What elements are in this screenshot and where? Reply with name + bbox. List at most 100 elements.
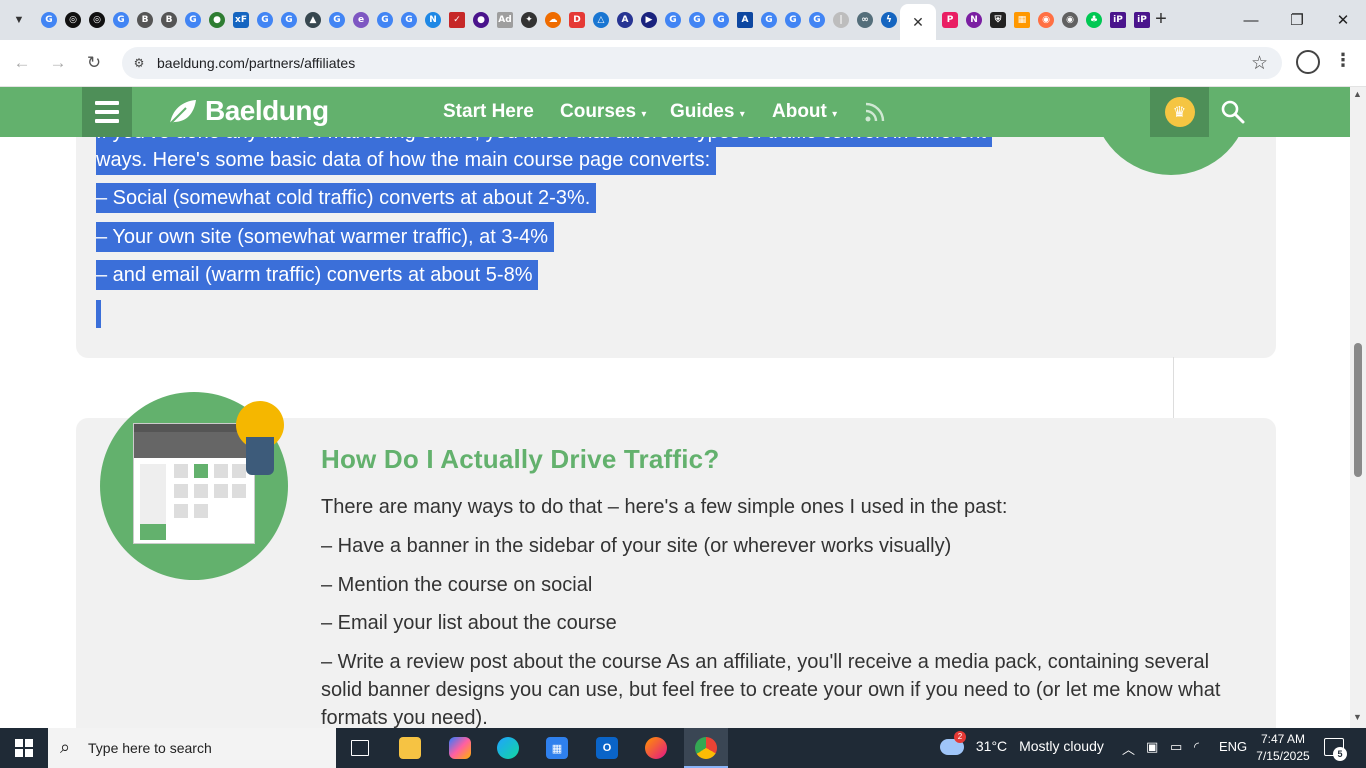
folder-icon (399, 737, 421, 759)
tab[interactable]: ϟ (877, 10, 901, 30)
tab[interactable]: ▲ (301, 10, 325, 30)
browser-menu-icon[interactable]: ⋮ (1334, 50, 1352, 71)
task-view-button[interactable] (340, 732, 380, 764)
start-button[interactable] (0, 728, 48, 768)
tab[interactable]: ☁ (541, 10, 565, 30)
tab[interactable]: G (181, 10, 205, 30)
wifi-icon[interactable]: ◜ (1194, 739, 1199, 755)
scroll-up-icon[interactable]: ▲ (1353, 89, 1362, 99)
close-tab-icon[interactable]: ✕ (912, 14, 924, 31)
tray-chevron-icon[interactable]: ︿ (1122, 739, 1135, 758)
tab[interactable]: xF (229, 10, 253, 30)
active-tab[interactable]: ✕ (900, 4, 936, 40)
tab[interactable]: G (373, 10, 397, 30)
tab[interactable]: B (133, 10, 157, 30)
tab[interactable]: ● (205, 10, 229, 30)
google-favicon-icon: G (809, 12, 825, 28)
selection-end-marker (96, 300, 101, 328)
leaf-logo-icon[interactable] (166, 96, 198, 128)
tab[interactable]: G (325, 10, 349, 30)
reload-button[interactable]: ↻ (81, 50, 107, 76)
nav-guides[interactable]: Guides ▾ (670, 101, 745, 123)
address-bar[interactable]: ⚙ baeldung.com/partners/affiliates ☆ (122, 47, 1282, 79)
language-indicator[interactable]: ENG (1219, 739, 1247, 754)
caret-down-icon: ▾ (641, 109, 647, 120)
tab[interactable]: ▶ (637, 10, 661, 30)
tab[interactable]: D (565, 10, 589, 30)
tab[interactable]: ∞ (853, 10, 877, 30)
ads-favicon-icon: Ad (497, 12, 513, 28)
page-scrollbar[interactable]: ▲ ▼ (1350, 87, 1366, 728)
forward-button[interactable]: → (45, 50, 71, 76)
back-button[interactable]: ← (9, 50, 35, 76)
tab[interactable]: ⛨ (986, 10, 1010, 30)
edge-button[interactable] (488, 732, 528, 764)
hamburger-menu-button[interactable] (82, 87, 132, 137)
tab[interactable]: G (253, 10, 277, 30)
tab[interactable]: e (349, 10, 373, 30)
meet-icon[interactable]: ▣ (1146, 739, 1158, 755)
clock[interactable]: 7:47 AM 7/15/2025 (1255, 731, 1311, 765)
tab[interactable]: G (757, 10, 781, 30)
bookmark-star-icon[interactable]: ☆ (1251, 52, 1268, 75)
tab[interactable]: ♣ (1082, 10, 1106, 30)
profile-icon[interactable] (1296, 50, 1320, 74)
tab[interactable]: N (421, 10, 445, 30)
tab[interactable]: G (781, 10, 805, 30)
tab[interactable]: ◉ (1058, 10, 1082, 30)
url-text[interactable]: baeldung.com/partners/affiliates (157, 55, 355, 71)
tab[interactable]: ◉ (1034, 10, 1058, 30)
premium-button[interactable]: ♛ (1150, 87, 1209, 137)
tab[interactable]: G (685, 10, 709, 30)
tab[interactable]: G (109, 10, 133, 30)
tab[interactable]: ✦ (517, 10, 541, 30)
tab[interactable]: G (805, 10, 829, 30)
outlook-button[interactable]: O (587, 732, 627, 764)
scroll-down-icon[interactable]: ▼ (1353, 712, 1362, 722)
close-window-button[interactable]: ✕ (1320, 0, 1366, 40)
store-button[interactable]: ▦ (537, 732, 577, 764)
rss-icon[interactable] (864, 101, 886, 123)
tab[interactable]: Ad (493, 10, 517, 30)
tab[interactable]: A (613, 10, 637, 30)
file-explorer-button[interactable] (390, 732, 430, 764)
tab[interactable]: G (277, 10, 301, 30)
tab[interactable]: ▦ (1010, 10, 1034, 30)
chrome-button[interactable] (686, 732, 726, 764)
tab[interactable]: ◎ (61, 10, 85, 30)
tab-search-button[interactable]: ▼ (6, 7, 32, 33)
nav-about[interactable]: About ▾ (772, 101, 837, 123)
firefox-button[interactable] (636, 732, 676, 764)
copilot-icon (449, 737, 471, 759)
nav-courses[interactable]: Courses ▾ (560, 101, 646, 123)
scrollbar-thumb[interactable] (1354, 343, 1362, 477)
tab[interactable]: ✓ (445, 10, 469, 30)
restore-button[interactable]: ❐ (1274, 0, 1320, 40)
tab[interactable]: G (661, 10, 685, 30)
search-icon[interactable] (1221, 100, 1245, 124)
new-tab-button[interactable]: + (1150, 8, 1172, 30)
tab[interactable]: G (397, 10, 421, 30)
site-logo[interactable]: Baeldung (205, 95, 329, 127)
taskbar-search[interactable]: ⌕ Type here to search (48, 728, 336, 768)
tab[interactable]: △ (589, 10, 613, 30)
tab[interactable]: ● (469, 10, 493, 30)
tab[interactable]: A (733, 10, 757, 30)
battery-icon[interactable]: ▭ (1170, 739, 1182, 755)
selected-text-line: – and email (warm traffic) converts at a… (96, 260, 539, 290)
tab[interactable]: N (962, 10, 986, 30)
nav-start-here[interactable]: Start Here (443, 101, 534, 123)
site-info-icon[interactable]: ⚙ (130, 54, 148, 72)
tab[interactable]: ◎ (85, 10, 109, 30)
tab[interactable]: iP (1106, 10, 1130, 30)
windows-taskbar: ⌕ Type here to search ▦ O 2 31°C Mostly … (0, 728, 1366, 768)
selected-text-line: – Your own site (somewhat warmer traffic… (96, 222, 555, 252)
tab[interactable]: | (829, 10, 853, 30)
minimize-button[interactable]: — (1228, 0, 1274, 40)
weather-widget[interactable]: 2 31°C Mostly cloudy (940, 731, 1104, 756)
tab[interactable]: G (37, 10, 61, 30)
tab[interactable]: B (157, 10, 181, 30)
tab[interactable]: G (709, 10, 733, 30)
copilot-button[interactable] (440, 732, 480, 764)
tab[interactable]: P (938, 10, 962, 30)
